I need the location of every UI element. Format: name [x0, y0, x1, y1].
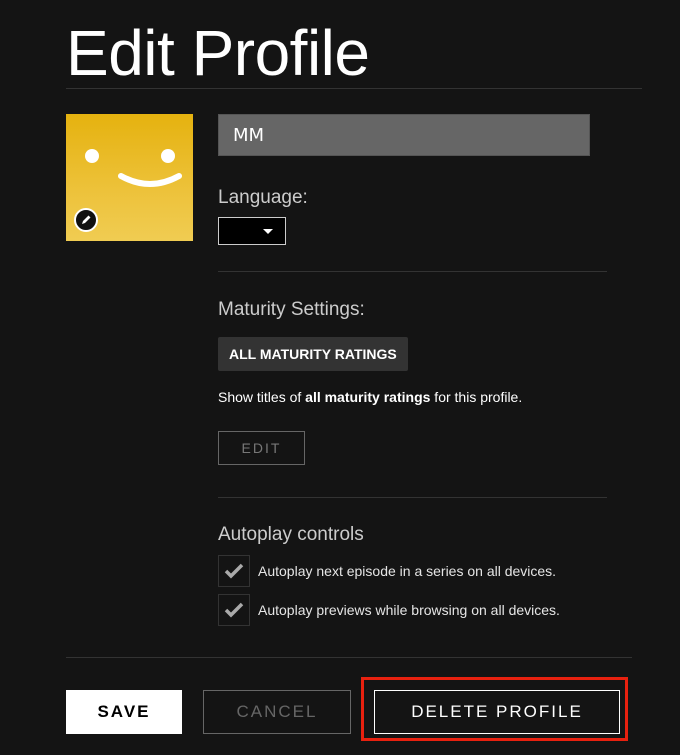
avatar-left-eye	[85, 149, 99, 163]
autoplay-label: Autoplay controls	[218, 524, 364, 545]
cancel-button[interactable]: CANCEL	[203, 690, 351, 734]
maturity-label: Maturity Settings:	[218, 299, 365, 320]
profile-name-input[interactable]	[218, 114, 590, 156]
maturity-desc-bold: all maturity ratings	[305, 389, 431, 405]
avatar-right-eye	[161, 149, 175, 163]
checkmark-icon	[224, 563, 244, 579]
delete-profile-button[interactable]: DELETE PROFILE	[374, 690, 620, 734]
profile-avatar[interactable]	[66, 114, 193, 241]
actions-divider	[66, 657, 632, 658]
maturity-rating-badge: ALL MATURITY RATINGS	[218, 337, 408, 371]
maturity-divider	[218, 497, 607, 498]
autoplay-previews-option[interactable]: Autoplay previews while browsing on all …	[218, 594, 560, 626]
smiley-face-icon	[118, 173, 182, 187]
language-label: Language:	[218, 187, 308, 208]
edit-maturity-button[interactable]: EDIT	[218, 431, 305, 465]
save-button[interactable]: SAVE	[66, 690, 182, 734]
caret-down-icon	[263, 229, 273, 234]
maturity-desc-prefix: Show titles of	[218, 389, 306, 405]
autoplay-previews-label: Autoplay previews while browsing on all …	[258, 602, 560, 618]
autoplay-next-episode-label: Autoplay next episode in a series on all…	[258, 563, 557, 579]
edit-avatar-button[interactable]	[74, 208, 98, 232]
page-title: Edit Profile	[66, 17, 370, 89]
pencil-icon	[82, 215, 91, 224]
title-divider	[66, 88, 642, 89]
autoplay-next-episode-option[interactable]: Autoplay next episode in a series on all…	[218, 555, 556, 587]
maturity-description: Show titles of all maturity ratings for …	[218, 389, 522, 405]
language-divider	[218, 271, 607, 272]
language-select[interactable]	[218, 217, 286, 245]
autoplay-next-episode-checkbox[interactable]	[218, 555, 250, 587]
maturity-desc-suffix: for this profile.	[430, 389, 523, 405]
checkmark-icon	[224, 602, 244, 618]
autoplay-previews-checkbox[interactable]	[218, 594, 250, 626]
